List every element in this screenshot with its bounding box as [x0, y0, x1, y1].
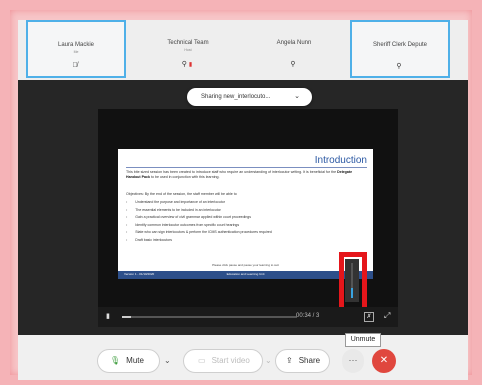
- sharing-label: Sharing new_interlocuto...: [201, 94, 271, 100]
- share-button[interactable]: ⇪ Share: [275, 349, 330, 373]
- video-options-chevron-icon[interactable]: ⌄: [265, 356, 272, 365]
- participant-tile-laura-mackie[interactable]: Laura Mackie Me 🎙̸: [26, 20, 126, 78]
- slide-footer-unit: Education and Learning Unit: [226, 272, 265, 276]
- slide-bullet-list: • Understand the purpose and importance o…: [126, 199, 272, 245]
- mute-icon[interactable]: ✗: [364, 312, 374, 322]
- unmute-tooltip: Unmute: [345, 333, 381, 347]
- presentation-slide: Introduction This bite sized session has…: [118, 149, 373, 279]
- video-camera-icon: ▭: [198, 356, 206, 365]
- slide-bullet: • Understand the purpose and importance o…: [126, 200, 225, 204]
- slide-footnote: Please click pause and pause your learni…: [212, 263, 279, 267]
- video-controls: ▮ 00:34 / 3 ✗ ⤢: [98, 307, 398, 327]
- play-icon[interactable]: ▮: [106, 312, 110, 320]
- start-video-button[interactable]: ▭ Start video: [183, 349, 263, 373]
- participant-status: ⚲▮: [138, 60, 238, 68]
- participant-tile-sheriff-clerk-depute[interactable]: Sheriff Clerk Depute ⚲: [350, 20, 450, 78]
- meeting-window: Laura Mackie Me 🎙̸ Technical Team Host ⚲…: [18, 20, 468, 380]
- slide-bullet: • Identify common interlocutor outcomes f…: [126, 222, 240, 227]
- participant-status: ⚲: [244, 60, 344, 68]
- participant-name: Technical Team: [167, 40, 209, 46]
- slide-objectives: Objectives: By the end of the session, t…: [126, 192, 237, 196]
- meeting-toolbar: 🎙 Mute ⌄ ▭ Start video ⌄ ⇪ Share ··· ✕: [18, 335, 468, 380]
- slide-footer: Version 1 - 01/10/2020 Education and Lea…: [118, 271, 373, 279]
- participant-name: Sheriff Clerk Depute: [373, 42, 427, 48]
- participant-strip: Laura Mackie Me 🎙̸ Technical Team Host ⚲…: [18, 20, 468, 80]
- slide-bullet: • State who can sign interlocutors & perf…: [126, 230, 272, 235]
- chevron-down-icon: ⌄: [294, 93, 300, 100]
- share-label: Share: [298, 356, 321, 365]
- mic-off-icon: 🎙̸: [72, 62, 80, 69]
- audio-options-chevron-icon[interactable]: ⌄: [164, 356, 171, 365]
- slide-bullet: • The essential elements to be included i…: [126, 207, 221, 212]
- participant-name: Angela Nunn: [276, 40, 312, 46]
- participant-role: Host: [184, 48, 192, 52]
- sharing-dropdown[interactable]: Sharing new_interlocuto... ⌄: [187, 88, 312, 106]
- mic-icon: ⚲: [396, 63, 404, 70]
- shared-screen-stage: Sharing new_interlocuto... ⌄ Introductio…: [18, 80, 468, 335]
- video-off-icon: ▮: [188, 62, 195, 68]
- slide-bullet: • Draft basic interlocutors: [126, 237, 172, 242]
- participant-role: Me: [73, 50, 79, 54]
- slide-intro-text: This bite sized session has been created…: [126, 170, 353, 179]
- seek-bar[interactable]: [122, 316, 297, 318]
- participant-status: 🎙̸: [28, 62, 124, 69]
- participant-tile-angela-nunn[interactable]: Angela Nunn ⚲: [244, 20, 344, 78]
- mute-label: Mute: [126, 356, 144, 365]
- seek-progress: [122, 316, 131, 318]
- mute-button[interactable]: 🎙 Mute: [97, 349, 160, 373]
- end-call-button[interactable]: ✕: [372, 349, 396, 373]
- slide-divider: [126, 167, 367, 168]
- participant-name: Laura Mackie: [57, 42, 95, 48]
- participant-tile-technical-team[interactable]: Technical Team Host ⚲▮: [138, 20, 238, 78]
- microphone-icon: 🎙: [110, 356, 121, 365]
- time-readout: 00:34 / 3: [296, 313, 320, 319]
- mic-icon: ⚲: [181, 61, 189, 68]
- shared-video-player[interactable]: Introduction This bite sized session has…: [98, 109, 398, 327]
- slide-title: Introduction: [314, 155, 367, 166]
- slide-bullet: • Gain a practical overview of civil gram…: [126, 215, 251, 220]
- fullscreen-icon[interactable]: ⤢: [384, 311, 390, 321]
- participant-status: ⚲: [352, 62, 448, 70]
- mic-icon: ⚲: [290, 61, 298, 68]
- more-icon: ···: [348, 355, 358, 365]
- start-video-label: Start video: [211, 356, 250, 365]
- close-icon: ✕: [379, 355, 389, 366]
- share-screen-icon: ⇪: [286, 356, 293, 365]
- more-options-button[interactable]: ···: [342, 349, 364, 373]
